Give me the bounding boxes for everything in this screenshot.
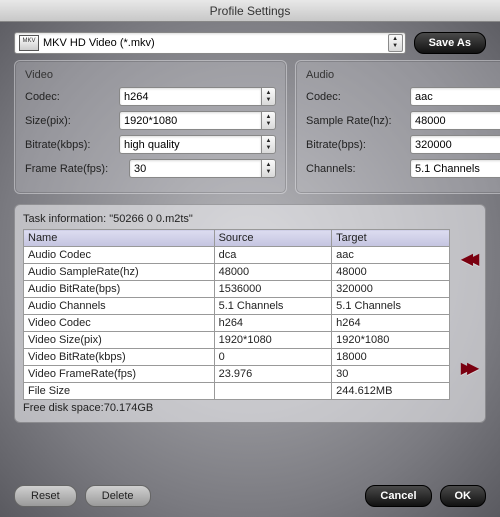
table-row: Video FrameRate(fps)23.97630 xyxy=(24,366,450,383)
audio-bitrate-label: Bitrate(bps): xyxy=(306,139,404,151)
table-row: Audio SampleRate(hz)4800048000 xyxy=(24,264,450,281)
cell-source: 1920*1080 xyxy=(214,332,332,349)
cell-target: 5.1 Channels xyxy=(332,298,450,315)
cell-target: 320000 xyxy=(332,281,450,298)
video-codec-label: Codec: xyxy=(25,91,113,103)
table-row: File Size 244.612MB xyxy=(24,383,450,400)
audio-codec-label: Codec: xyxy=(306,91,404,103)
next-task-button[interactable]: ▶▶ xyxy=(461,358,474,378)
video-bitrate-input[interactable] xyxy=(119,135,261,154)
audio-bitrate-input[interactable] xyxy=(410,135,500,154)
audio-codec-input[interactable] xyxy=(410,87,500,106)
cell-target: 1920*1080 xyxy=(332,332,450,349)
video-codec-stepper[interactable]: ▲▼ xyxy=(261,87,276,106)
col-source[interactable]: Source xyxy=(214,230,332,247)
cell-source: 23.976 xyxy=(214,366,332,383)
cancel-button[interactable]: Cancel xyxy=(365,485,431,507)
audio-channels-input[interactable] xyxy=(410,159,500,178)
cell-target: h264 xyxy=(332,315,450,332)
table-row: Audio Codecdcaaac xyxy=(24,247,450,264)
task-caption: Task information: "50266 0 0.m2ts" xyxy=(23,213,477,225)
table-row: Audio BitRate(bps)1536000320000 xyxy=(24,281,450,298)
table-row: Video Codech264h264 xyxy=(24,315,450,332)
task-info-panel: Task information: "50266 0 0.m2ts" Name … xyxy=(14,204,486,423)
table-row: Video Size(pix)1920*10801920*1080 xyxy=(24,332,450,349)
free-disk-space: Free disk space:70.174GB xyxy=(23,402,450,414)
audio-samplerate-input[interactable] xyxy=(410,111,500,130)
cell-target: 48000 xyxy=(332,264,450,281)
save-as-button[interactable]: Save As xyxy=(414,32,486,54)
video-size-input[interactable] xyxy=(119,111,261,130)
video-size-label: Size(pix): xyxy=(25,115,113,127)
ok-button[interactable]: OK xyxy=(440,485,487,507)
cell-name: Video Codec xyxy=(24,315,215,332)
cell-source: 48000 xyxy=(214,264,332,281)
mkv-icon: MKV xyxy=(19,35,39,51)
profile-stepper[interactable]: ▲▼ xyxy=(388,34,403,52)
col-name[interactable]: Name xyxy=(24,230,215,247)
delete-button[interactable]: Delete xyxy=(85,485,151,507)
audio-channels-label: Channels: xyxy=(306,163,404,175)
cell-target: 18000 xyxy=(332,349,450,366)
reset-button[interactable]: Reset xyxy=(14,485,77,507)
cell-source xyxy=(214,383,332,400)
cell-name: Audio BitRate(bps) xyxy=(24,281,215,298)
table-row: Video BitRate(kbps)018000 xyxy=(24,349,450,366)
profile-select-value: MKV HD Video (*.mkv) xyxy=(43,37,388,49)
cell-source: dca xyxy=(214,247,332,264)
col-target[interactable]: Target xyxy=(332,230,450,247)
cell-name: Audio SampleRate(hz) xyxy=(24,264,215,281)
cell-name: File Size xyxy=(24,383,215,400)
cell-name: Audio Channels xyxy=(24,298,215,315)
video-heading: Video xyxy=(25,69,276,81)
video-codec-input[interactable] xyxy=(119,87,261,106)
profile-select[interactable]: MKV MKV HD Video (*.mkv) ▲▼ xyxy=(14,32,406,54)
cell-name: Video BitRate(kbps) xyxy=(24,349,215,366)
video-bitrate-stepper[interactable]: ▲▼ xyxy=(261,135,276,154)
cell-target: aac xyxy=(332,247,450,264)
cell-name: Video FrameRate(fps) xyxy=(24,366,215,383)
audio-heading: Audio xyxy=(306,69,500,81)
prev-task-button[interactable]: ◀◀ xyxy=(461,249,474,269)
video-bitrate-label: Bitrate(kbps): xyxy=(25,139,113,151)
cell-name: Video Size(pix) xyxy=(24,332,215,349)
video-group: Video Codec: ▲▼ Size(pix): ▲▼ Bitrate(kb… xyxy=(14,60,287,194)
video-fps-label: Frame Rate(fps): xyxy=(25,163,123,175)
video-fps-stepper[interactable]: ▲▼ xyxy=(261,159,276,178)
video-size-stepper[interactable]: ▲▼ xyxy=(261,111,276,130)
cell-source: h264 xyxy=(214,315,332,332)
cell-source: 5.1 Channels xyxy=(214,298,332,315)
video-fps-input[interactable] xyxy=(129,159,261,178)
cell-target: 244.612MB xyxy=(332,383,450,400)
task-table: Name Source Target Audio CodecdcaaacAudi… xyxy=(23,229,450,400)
cell-source: 1536000 xyxy=(214,281,332,298)
audio-samplerate-label: Sample Rate(hz): xyxy=(306,115,404,127)
audio-group: Audio Codec: ▲▼ Sample Rate(hz): ▲▼ Bitr… xyxy=(295,60,500,194)
cell-target: 30 xyxy=(332,366,450,383)
table-row: Audio Channels5.1 Channels5.1 Channels xyxy=(24,298,450,315)
cell-name: Audio Codec xyxy=(24,247,215,264)
window-title: Profile Settings xyxy=(0,0,500,22)
cell-source: 0 xyxy=(214,349,332,366)
